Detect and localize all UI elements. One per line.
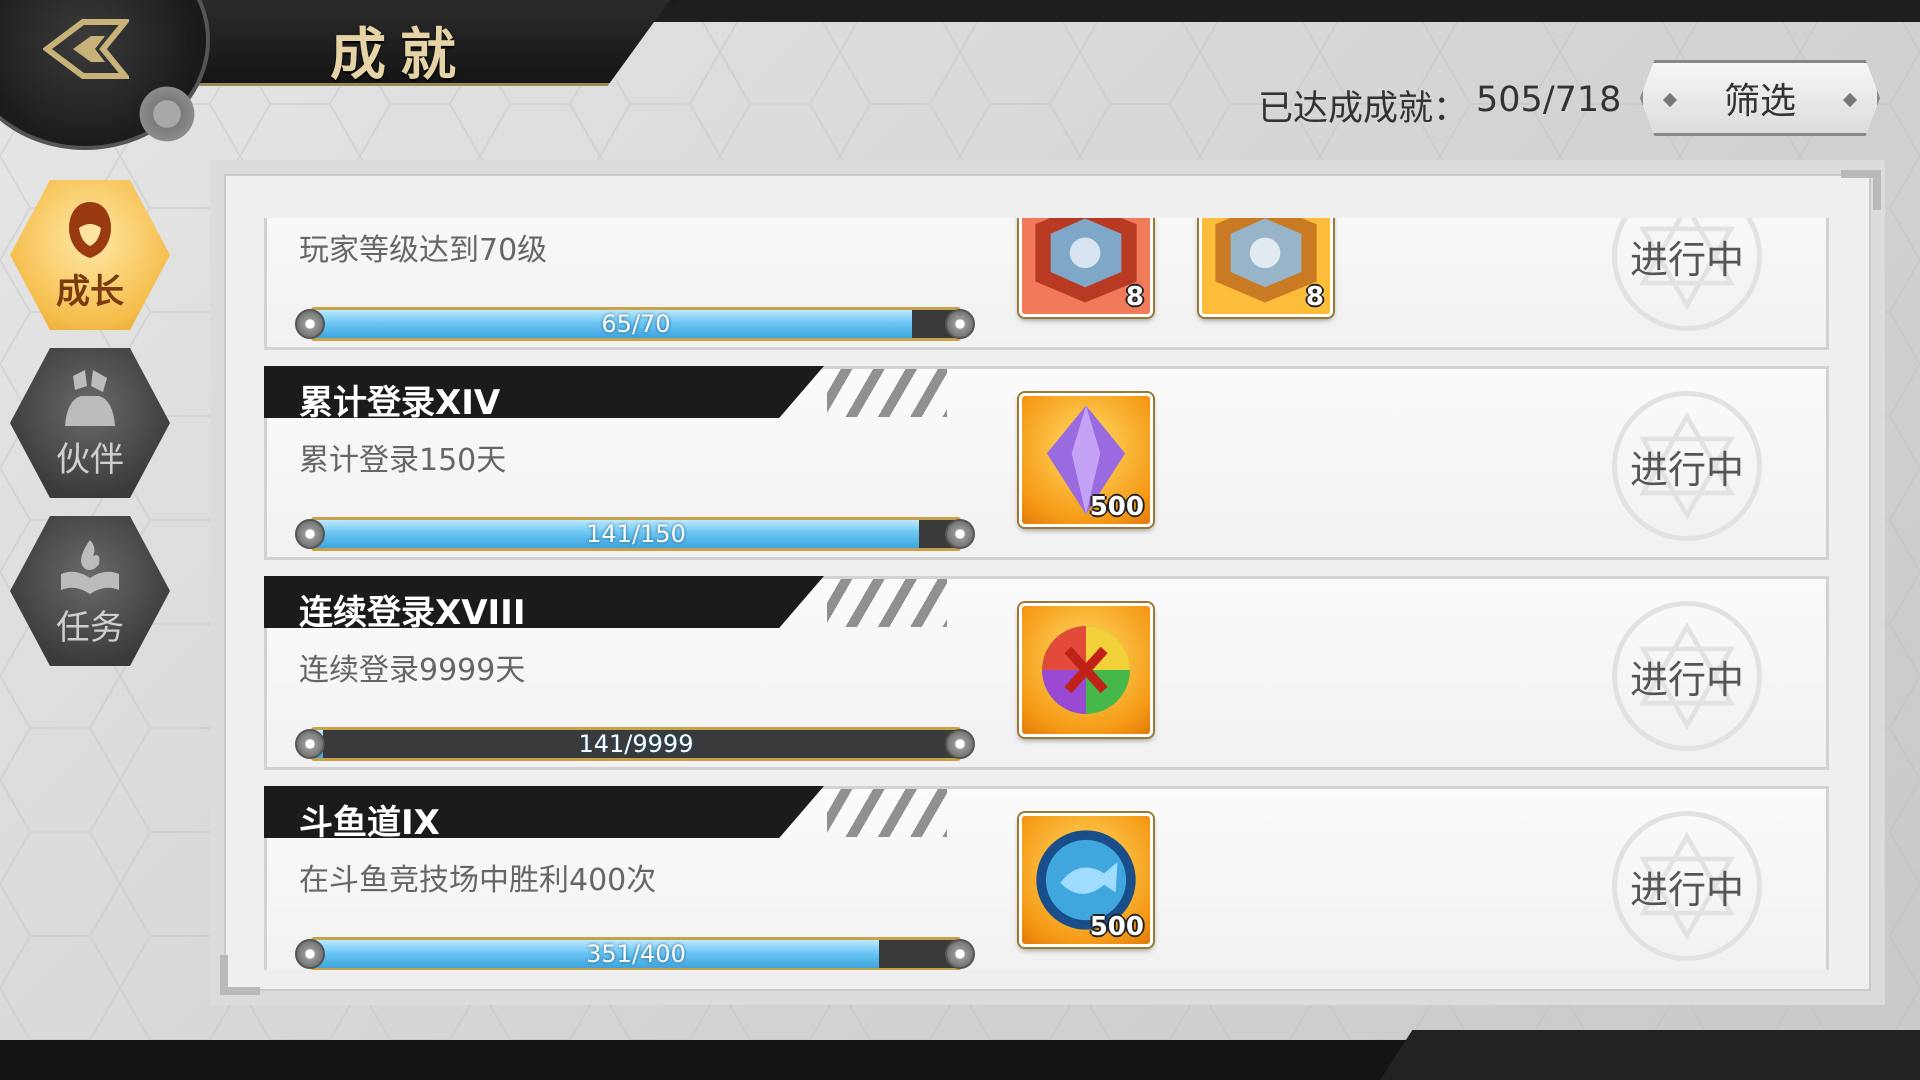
achievement-desc: 累计登录150天 [299,443,507,478]
bottom-bar-accent [1380,1030,1920,1080]
status-label: 进行中 [1629,237,1744,282]
progress-bar: 65/70 [295,305,975,343]
back-arrow-icon [43,19,129,79]
gold-chest-icon[interactable]: 8 [1199,218,1333,317]
status-label: 进行中 [1629,447,1744,492]
achievement-count-value: 505/718 [1476,80,1622,120]
achievement-count-label: 已达成成就： [1258,89,1469,129]
nav-tab-quest-label: 任务 [56,607,124,648]
achievement-title: 累计登录XIV [299,383,501,423]
achievement-row[interactable]: 斗鱼道IX 在斗鱼竞技场中胜利400次 351/400 500 进行中 [264,786,1829,970]
panel-corner-decoration [220,955,260,995]
achievement-desc: 玩家等级达到70级 [299,233,548,268]
panel-corner-decoration [1841,170,1881,210]
page-title: 成就 [330,22,470,88]
progress-bar: 141/150 [295,515,975,553]
achievement-title: 斗鱼道IX [299,803,440,843]
progress-text: 65/70 [601,310,671,338]
achievement-desc: 在斗鱼竞技场中胜利400次 [299,863,657,898]
nav-tab-partner-label: 伙伴 [56,439,124,480]
partner-icon [65,369,115,426]
purple-crystal-icon[interactable]: 500 [1019,393,1153,527]
back-button[interactable] [38,14,134,84]
red-chest-icon[interactable]: 8 [1019,218,1153,317]
status-badge: 进行中 [1587,579,1787,773]
row-stripes [827,579,947,627]
nav-tab-growth-label: 成长 [56,271,124,312]
status-badge: 进行中 [1587,789,1787,970]
achievement-row[interactable]: 玩家等级达到70级 65/70 8 8 进行中 [264,218,1829,350]
growth-icon [69,201,111,258]
reward-qty: 500 [1089,492,1144,522]
filter-button-label: 筛选 [1723,81,1796,122]
blue-fish-coin-icon[interactable]: 500 [1019,813,1153,947]
status-label: 进行中 [1629,657,1744,702]
row-stripes [827,369,947,417]
achievement-list[interactable]: 玩家等级达到70级 65/70 8 8 进行中 累计登录XIV 累计登录150天… [264,218,1829,970]
filter-button[interactable]: 筛选 [1640,60,1880,136]
progress-bar: 351/400 [295,935,975,970]
reward-qty: 8 [1305,282,1324,312]
status-badge: 进行中 [1587,218,1787,353]
achievement-title: 连续登录XVIII [299,593,526,633]
achievement-row[interactable]: 连续登录XVIII 连续登录9999天 141/9999 进行中 [264,576,1829,770]
progress-text: 141/150 [586,520,686,548]
achievement-count: 已达成成就： 505/718 [1258,80,1621,131]
progress-bar: 141/9999 [295,725,975,763]
rainbow-x-coin-icon[interactable] [1019,603,1153,737]
achievement-row[interactable]: 累计登录XIV 累计登录150天 141/150 500 进行中 [264,366,1829,560]
progress-text: 141/9999 [578,730,694,758]
reward-qty: 8 [1125,282,1144,312]
status-label: 进行中 [1629,867,1744,912]
reward-qty: 500 [1089,912,1144,942]
quest-icon [61,539,119,594]
gear-icon [135,82,199,146]
achievement-desc: 连续登录9999天 [299,653,526,688]
header-band-right [640,0,1920,22]
status-badge: 进行中 [1587,369,1787,563]
progress-text: 351/400 [586,940,686,968]
row-stripes [827,789,947,837]
achievement-panel: 玩家等级达到70级 65/70 8 8 进行中 累计登录XIV 累计登录150天… [210,160,1885,1005]
